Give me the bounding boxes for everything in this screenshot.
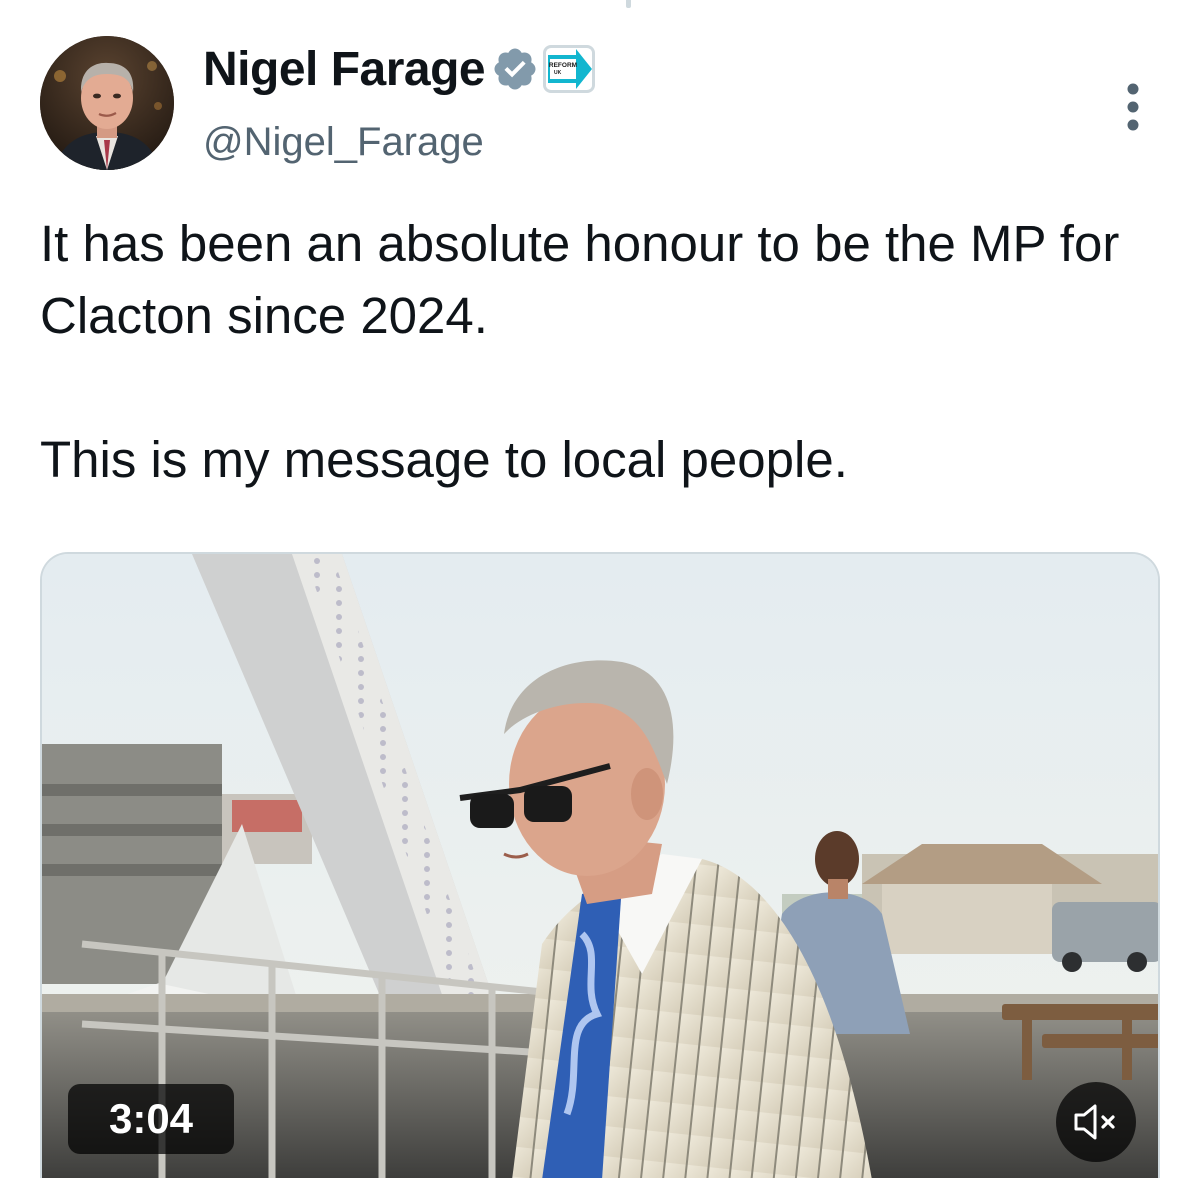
video-player[interactable]: 3:04	[40, 552, 1160, 1178]
svg-text:REFORM: REFORM	[549, 62, 577, 69]
mute-toggle-button[interactable]	[1056, 1082, 1136, 1162]
thread-connector	[626, 0, 631, 8]
more-vertical-icon	[1127, 83, 1139, 131]
more-options-button[interactable]	[1110, 72, 1156, 142]
display-name[interactable]: Nigel Farage	[203, 42, 486, 97]
author-name-row: Nigel Farage REFORM UK	[203, 36, 596, 102]
avatar-photo	[40, 36, 174, 170]
author-handle[interactable]: @Nigel_Farage	[203, 120, 484, 165]
tweet-card: Nigel Farage REFORM UK @Nigel_Farage It …	[0, 0, 1200, 1178]
tweet-text: It has been an absolute honour to be the…	[40, 208, 1160, 496]
affiliate-badge[interactable]: REFORM UK	[543, 45, 596, 93]
reform-uk-logo-icon: REFORM UK	[546, 49, 593, 89]
svg-text:UK: UK	[554, 70, 562, 76]
avatar[interactable]	[40, 36, 174, 170]
verified-badge-icon[interactable]	[491, 45, 539, 93]
speaker-muted-icon	[1074, 1104, 1115, 1140]
tweet-paragraph: It has been an absolute honour to be the…	[40, 215, 1120, 344]
video-duration-badge: 3:04	[68, 1084, 234, 1154]
tweet-paragraph: This is my message to local people.	[40, 431, 848, 488]
